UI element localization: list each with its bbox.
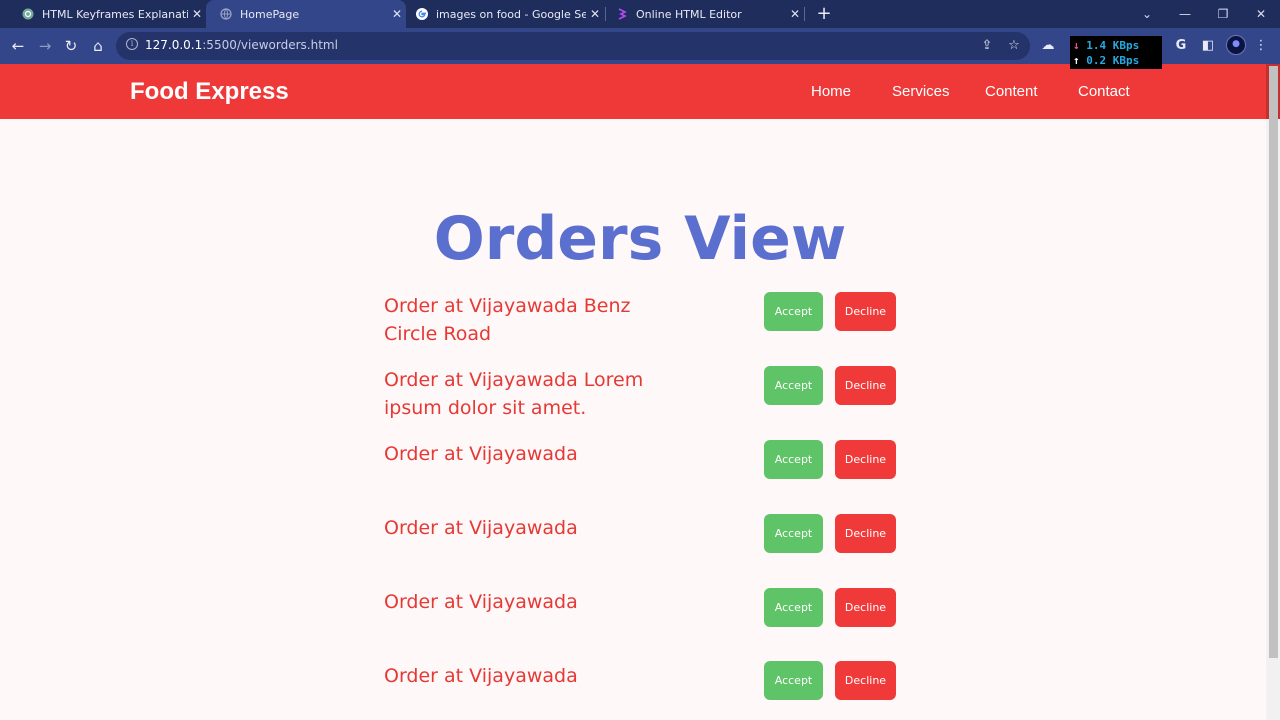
new-tab-button[interactable]: + (813, 3, 835, 25)
nav-content[interactable]: Content (985, 83, 1038, 100)
grammarly-icon[interactable]: G (1170, 35, 1192, 57)
speed-up: 0.2 KBps (1086, 54, 1140, 67)
decline-button[interactable]: Decline (835, 514, 896, 553)
google-icon (416, 8, 428, 20)
star-icon[interactable]: ☆ (1005, 37, 1023, 55)
decline-button[interactable]: Decline (835, 440, 896, 479)
close-icon[interactable]: ✕ (188, 7, 206, 21)
back-icon[interactable]: ← (7, 35, 29, 57)
side-panel-icon[interactable]: ◧ (1197, 35, 1219, 57)
minimize-icon[interactable]: — (1166, 0, 1204, 28)
order-label: Order at Vijayawada (384, 443, 578, 465)
accept-button[interactable]: Accept (764, 292, 823, 331)
decline-button[interactable]: Decline (835, 366, 896, 405)
order-label: Order at Vijayawada Lorem ipsum dolor si… (384, 369, 644, 419)
close-icon[interactable]: ✕ (786, 7, 804, 21)
tab-title: Online HTML Editor (636, 7, 742, 21)
page-viewport: Food Express Home Services Content Conta… (0, 64, 1280, 720)
globe-icon (220, 8, 232, 20)
scrollbar-thumb[interactable] (1269, 66, 1278, 658)
upload-arrow-icon: ↑ (1073, 54, 1080, 67)
tab-html-keyframes[interactable]: HTML Keyframes Explanation ✕ (8, 0, 206, 28)
site-brand[interactable]: Food Express (130, 78, 289, 106)
site-info-icon[interactable]: i (126, 38, 138, 50)
close-window-icon[interactable]: ✕ (1242, 0, 1280, 28)
accept-button[interactable]: Accept (764, 661, 823, 700)
network-speed-widget: ↓ 1.4 KBps ↑ 0.2 KBps (1070, 36, 1162, 69)
nav-services[interactable]: Services (892, 83, 950, 100)
restore-icon[interactable]: ❐ (1204, 0, 1242, 28)
address-bar[interactable]: i 127.0.0.1:5500/vieworders.html ⇪ ☆ (116, 32, 1030, 60)
home-icon[interactable]: ⌂ (87, 35, 109, 57)
menu-icon[interactable]: ⋮ (1250, 35, 1272, 57)
url-text[interactable]: 127.0.0.1:5500/vieworders.html (145, 38, 338, 52)
reload-icon[interactable]: ↻ (60, 35, 82, 57)
accept-button[interactable]: Accept (764, 514, 823, 553)
tab-title: HTML Keyframes Explanation (42, 7, 188, 21)
accept-button[interactable]: Accept (764, 440, 823, 479)
close-icon[interactable]: ✕ (586, 7, 604, 21)
tab-title: HomePage (240, 7, 300, 21)
order-label: Order at Vijayawada (384, 517, 578, 539)
speed-down: 1.4 KBps (1086, 39, 1140, 52)
tab-separator (804, 7, 805, 21)
order-label: Order at Vijayawada Benz Circle Road (384, 295, 631, 345)
extension-icon[interactable]: ☁ (1037, 35, 1059, 57)
tab-google-search[interactable]: images on food - Google Search ✕ (406, 0, 604, 28)
page-scrollbar[interactable] (1266, 64, 1280, 720)
forward-icon[interactable]: → (34, 35, 56, 57)
order-label: Order at Vijayawada (384, 665, 578, 687)
nav-home[interactable]: Home (811, 83, 851, 100)
decline-button[interactable]: Decline (835, 588, 896, 627)
order-label: Order at Vijayawada (384, 591, 578, 613)
tab-title: images on food - Google Search (436, 7, 586, 21)
tab-homepage[interactable]: HomePage ✕ (206, 0, 406, 28)
tab-bar: HTML Keyframes Explanation ✕ HomePage ✕ … (0, 0, 1280, 28)
page-title: Orders View (433, 204, 847, 274)
share-icon[interactable]: ⇪ (978, 37, 996, 55)
openai-icon (22, 8, 34, 20)
editor-icon (616, 8, 628, 20)
accept-button[interactable]: Accept (764, 588, 823, 627)
site-navbar: Food Express Home Services Content Conta… (0, 64, 1266, 119)
decline-button[interactable]: Decline (835, 292, 896, 331)
nav-contact[interactable]: Contact (1078, 83, 1130, 100)
tab-html-editor[interactable]: Online HTML Editor ✕ (606, 0, 804, 28)
decline-button[interactable]: Decline (835, 661, 896, 700)
accept-button[interactable]: Accept (764, 366, 823, 405)
tab-search-icon[interactable]: ⌄ (1128, 0, 1166, 28)
profile-avatar[interactable]: ● (1226, 35, 1246, 55)
download-arrow-icon: ↓ (1073, 39, 1080, 52)
close-icon[interactable]: ✕ (388, 7, 406, 21)
